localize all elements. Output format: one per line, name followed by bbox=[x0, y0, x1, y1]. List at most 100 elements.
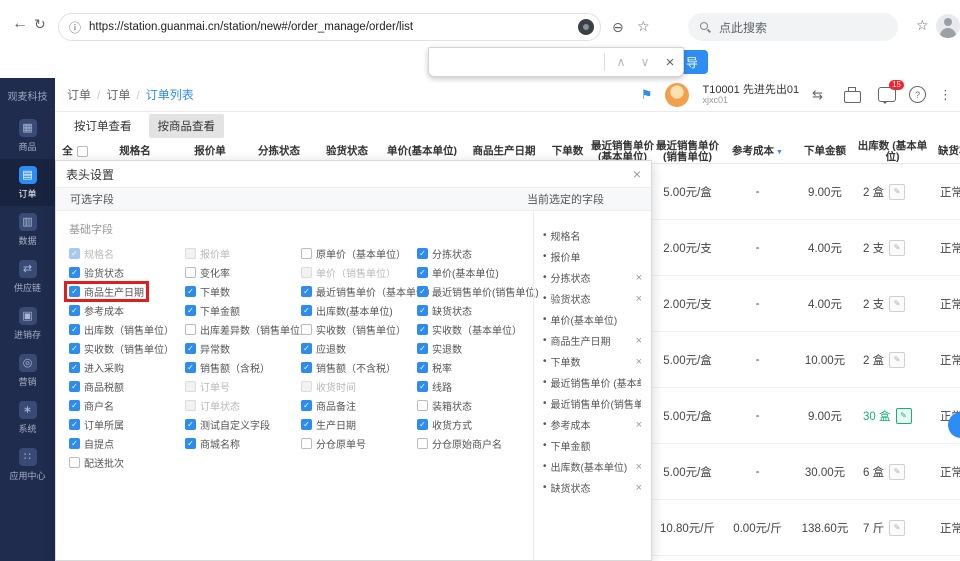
edit-outbound-icon[interactable]: ✎ bbox=[889, 296, 905, 312]
selected-field-item[interactable]: •出库数(基本单位)× bbox=[543, 456, 645, 477]
selected-field-item[interactable]: •分拣状态× bbox=[543, 267, 645, 288]
edit-outbound-icon[interactable]: ✎ bbox=[889, 240, 905, 256]
edit-outbound-icon[interactable]: ✎ bbox=[889, 520, 905, 536]
remove-field-icon[interactable]: × bbox=[636, 482, 642, 494]
field-checkbox[interactable] bbox=[185, 286, 196, 297]
remove-field-icon[interactable]: × bbox=[636, 461, 642, 473]
selected-field-item[interactable]: •验货状态× bbox=[543, 288, 645, 309]
field-checkbox[interactable] bbox=[69, 305, 80, 316]
remove-field-icon[interactable]: × bbox=[636, 356, 642, 368]
selected-field-item[interactable]: •下单金额 bbox=[543, 435, 645, 456]
kebab-menu-icon[interactable]: ⋮ bbox=[939, 87, 952, 103]
field-checkbox[interactable] bbox=[301, 305, 312, 316]
filter-icon[interactable]: ▼ bbox=[776, 149, 783, 156]
announcement-icon[interactable]: ⚑ bbox=[641, 87, 653, 103]
field-checkbox[interactable] bbox=[417, 362, 428, 373]
remove-field-icon[interactable]: × bbox=[636, 377, 642, 389]
field-checkbox[interactable] bbox=[417, 400, 428, 411]
zoom-out-icon[interactable]: ⊖ bbox=[612, 19, 624, 36]
back-icon[interactable]: ← bbox=[12, 15, 28, 33]
field-checkbox[interactable] bbox=[69, 267, 80, 278]
field-checkbox[interactable] bbox=[417, 438, 428, 449]
switch-account-icon[interactable]: ⇆ bbox=[812, 87, 823, 103]
user-avatar[interactable] bbox=[665, 83, 689, 107]
field-checkbox[interactable] bbox=[417, 419, 428, 430]
column-header[interactable]: 全 bbox=[55, 146, 95, 157]
sidebar-item-goods[interactable]: ▦商品 bbox=[0, 112, 55, 159]
edit-outbound-icon[interactable]: ✎ bbox=[896, 408, 912, 424]
field-checkbox[interactable] bbox=[417, 267, 428, 278]
field-checkbox[interactable] bbox=[185, 343, 196, 354]
selected-field-item[interactable]: •下单数× bbox=[543, 351, 645, 372]
selected-field-item[interactable]: •报价单 bbox=[543, 246, 645, 267]
field-checkbox[interactable] bbox=[69, 400, 80, 411]
field-checkbox[interactable] bbox=[417, 324, 428, 335]
browser-search-box[interactable]: 点此搜索 bbox=[688, 13, 898, 41]
bookmark-star-icon[interactable]: ☆ bbox=[637, 18, 650, 35]
field-checkbox[interactable] bbox=[301, 362, 312, 373]
select-all-checkbox[interactable] bbox=[77, 146, 88, 157]
close-icon[interactable]: × bbox=[657, 54, 683, 71]
selected-field-item[interactable]: •参考成本× bbox=[543, 414, 645, 435]
breadcrumb-item[interactable]: 订单 bbox=[106, 86, 145, 103]
breadcrumb-item[interactable]: 订单 bbox=[67, 86, 106, 103]
edit-outbound-icon[interactable]: ✎ bbox=[889, 352, 905, 368]
field-checkbox[interactable] bbox=[185, 305, 196, 316]
add-bookmark-icon[interactable]: ☆ bbox=[916, 17, 929, 34]
field-checkbox[interactable] bbox=[69, 362, 80, 373]
field-checkbox[interactable] bbox=[301, 343, 312, 354]
field-checkbox[interactable] bbox=[69, 438, 80, 449]
selected-field-item[interactable]: •规格名 bbox=[543, 225, 645, 246]
remove-field-icon[interactable]: × bbox=[636, 293, 642, 305]
sidebar-item-system[interactable]: ∗系统 bbox=[0, 394, 55, 441]
sidebar-item-marketing[interactable]: ◎营销 bbox=[0, 347, 55, 394]
sidebar-item-orders[interactable]: ▤订单 bbox=[0, 159, 55, 206]
browser-profile-avatar[interactable] bbox=[936, 14, 960, 38]
field-checkbox[interactable] bbox=[301, 248, 312, 259]
remove-field-icon[interactable]: × bbox=[636, 398, 642, 410]
field-checkbox[interactable] bbox=[417, 305, 428, 316]
tab-order-view[interactable]: 按订单查看 bbox=[65, 114, 141, 138]
help-icon[interactable]: ? bbox=[909, 86, 926, 103]
sidebar-item-data[interactable]: ▥数据 bbox=[0, 206, 55, 253]
field-checkbox[interactable] bbox=[69, 457, 80, 468]
field-checkbox[interactable] bbox=[185, 362, 196, 373]
field-checkbox[interactable] bbox=[69, 286, 80, 297]
sidebar-item-inventory[interactable]: ▣进销存 bbox=[0, 300, 55, 347]
field-checkbox[interactable] bbox=[69, 324, 80, 335]
field-checkbox[interactable] bbox=[301, 419, 312, 430]
field-checkbox[interactable] bbox=[301, 286, 312, 297]
field-checkbox[interactable] bbox=[417, 248, 428, 259]
field-checkbox[interactable] bbox=[69, 343, 80, 354]
address-bar[interactable]: ⓘ https://station.guanmai.cn/station/new… bbox=[58, 13, 601, 41]
field-checkbox[interactable] bbox=[417, 286, 428, 297]
field-checkbox[interactable] bbox=[301, 324, 312, 335]
selected-field-item[interactable]: •单价(基本单位) bbox=[543, 309, 645, 330]
field-checkbox[interactable] bbox=[417, 381, 428, 392]
find-input[interactable] bbox=[429, 48, 600, 76]
extension-icon[interactable] bbox=[578, 19, 594, 35]
remove-field-icon[interactable]: × bbox=[636, 272, 642, 284]
find-next-icon[interactable]: ∨ bbox=[633, 55, 657, 69]
remove-field-icon[interactable]: × bbox=[636, 419, 642, 431]
close-icon[interactable]: × bbox=[633, 166, 641, 182]
find-previous-icon[interactable]: ∧ bbox=[609, 55, 633, 69]
selected-field-item[interactable]: •最近销售单价 (基本单位)× bbox=[543, 372, 645, 393]
field-checkbox[interactable] bbox=[417, 343, 428, 354]
sidebar-item-app-center[interactable]: ∷应用中心 bbox=[0, 441, 55, 488]
field-checkbox[interactable] bbox=[301, 400, 312, 411]
selected-field-item[interactable]: •最近销售单价(销售单位)× bbox=[543, 393, 645, 414]
selected-field-item[interactable]: •商品生产日期× bbox=[543, 330, 645, 351]
edit-outbound-icon[interactable]: ✎ bbox=[889, 184, 905, 200]
field-checkbox[interactable] bbox=[185, 267, 196, 278]
tab-product-view[interactable]: 按商品查看 bbox=[149, 114, 225, 138]
selected-field-item[interactable]: •缺货状态× bbox=[543, 477, 645, 498]
message-icon[interactable]: 15 bbox=[878, 87, 896, 102]
printer-icon[interactable] bbox=[844, 91, 861, 103]
field-checkbox[interactable] bbox=[185, 324, 196, 335]
edit-outbound-icon[interactable]: ✎ bbox=[889, 464, 905, 480]
reload-icon[interactable]: ↻ bbox=[34, 16, 46, 33]
field-checkbox[interactable] bbox=[301, 438, 312, 449]
column-header[interactable]: 参考成本▼ bbox=[720, 146, 795, 158]
sidebar-item-supply-chain[interactable]: ⇄供应链 bbox=[0, 253, 55, 300]
